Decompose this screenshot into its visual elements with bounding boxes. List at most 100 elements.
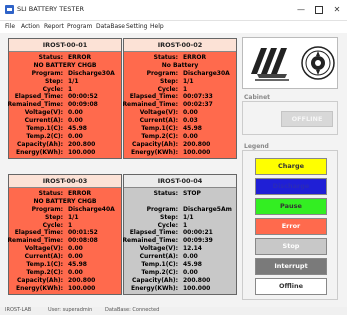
channel-row-remained: Remained_Time: 00:09:08 — [7, 101, 121, 109]
channel-row-status: Status: ERROR — [9, 54, 121, 62]
channel-row-voltage: Voltage(V): 0.00 — [9, 245, 121, 253]
channel-name: IROST-00-02 — [124, 39, 236, 52]
field-label-temp2: Temp.2(C): — [141, 268, 178, 276]
offline-button[interactable]: OFFLINE — [281, 111, 333, 127]
field-label-status: Status: — [153, 190, 178, 197]
field-label-program: Program: — [146, 205, 178, 213]
channel-row-elapsed: Elapsed_Time: 00:00:21 — [124, 229, 236, 237]
logo-panel — [242, 37, 338, 89]
organization-emblem-icon — [251, 48, 289, 81]
title-bar[interactable]: SLI BATTERY TESTER — ✕ — [0, 0, 347, 21]
field-value-energy: 100.000 — [68, 284, 96, 292]
field-label-program: Program: — [31, 205, 63, 213]
channel-row-capacity: Capacity(Ah): 200.800 — [124, 277, 236, 285]
channel-row-remained: Remained_Time: 00:08:08 — [7, 237, 121, 245]
maximize-button[interactable] — [312, 3, 326, 16]
field-value-step: 1/1 — [183, 213, 194, 221]
status-bar: IROST-LAB User: superadmin DataBase: Con… — [0, 307, 347, 315]
cabinet-group: OFFLINE — [242, 101, 338, 135]
field-label-remained: Remained_Time: — [7, 101, 63, 109]
channel-name: IROST-00-03 — [9, 175, 121, 188]
field-value-voltage: 0.00 — [68, 245, 83, 253]
field-label-current: Current(A): — [24, 253, 63, 261]
close-button[interactable]: ✕ — [330, 3, 344, 16]
legend-item-offline: Offline — [255, 278, 327, 295]
field-value-current: 0.00 — [68, 253, 83, 261]
status-user: User: superadmin — [48, 307, 93, 313]
field-value-elapsed: 00:01:52 — [68, 229, 98, 237]
menu-report[interactable]: Report — [44, 23, 64, 30]
field-value-program: Discharge40A — [68, 205, 115, 213]
channel-message: NO BATTERY CHGB — [33, 197, 97, 205]
channel-card[interactable]: IROST-00-04 Status: STOP Program: Discharge5… — [122, 174, 237, 295]
field-label-cycle: Cycle: — [42, 85, 63, 93]
field-value-cycle: 1 — [68, 221, 73, 229]
field-label-program: Program: — [146, 69, 178, 77]
field-value-capacity: 200.800 — [68, 276, 96, 284]
field-value-current: 0.00 — [183, 253, 198, 261]
channel-row-step: Step: 1/1 — [9, 78, 121, 86]
channel-row-program: Program: Discharge5Am — [124, 206, 236, 214]
institute-seal-icon — [301, 46, 335, 80]
channel-card[interactable]: IROST-00-02 Status: ERROR No Battery Program… — [122, 38, 237, 159]
field-value-elapsed: 00:07:33 — [183, 93, 213, 101]
menu-help[interactable]: Help — [150, 23, 164, 30]
channel-message: NO BATTERY CHGB — [33, 61, 97, 69]
field-value-status: STOP — [183, 190, 201, 197]
channel-row-energy: Energy(KWh): 100.000 — [9, 285, 121, 293]
channel-row-voltage: Voltage(V): 0.00 — [9, 109, 121, 117]
legend-item-discharge: Discharge — [255, 178, 327, 195]
legend-label: Legend — [244, 143, 269, 150]
field-label-energy: Energy(KWh): — [130, 284, 178, 292]
channel-card[interactable]: IROST-00-03 Status: ERROR NO BATTERY CHGB Pr… — [7, 174, 122, 295]
channel-row-temp2: Temp.2(C): 0.00 — [124, 269, 236, 277]
channel-row-temp2: Temp.2(C): 0.00 — [9, 269, 121, 277]
menu-setting[interactable]: Setting — [126, 23, 147, 30]
field-label-remained: Remained_Time: — [7, 237, 63, 245]
channel-row-energy: Energy(KWh): 100.000 — [124, 285, 236, 293]
window-title: SLI BATTERY TESTER — [17, 5, 84, 13]
channel-row-remained: Remained_Time: 00:02:37 — [122, 101, 236, 109]
field-label-capacity: Capacity(Ah): — [17, 276, 63, 284]
field-label-status: Status: — [153, 54, 178, 61]
field-value-status: ERROR — [68, 190, 92, 197]
menu-file[interactable]: File — [5, 23, 15, 30]
field-value-capacity: 200.800 — [183, 276, 211, 284]
field-value-step: 1/1 — [68, 213, 79, 221]
channel-row-status: Status: STOP — [124, 190, 236, 198]
channel-row-temp1: Temp.1(C): 45.98 — [124, 125, 236, 133]
field-label-step: Step: — [45, 213, 63, 221]
field-label-step: Step: — [160, 213, 178, 221]
field-value-program: Discharge5Am — [183, 205, 232, 213]
channel-row-capacity: Capacity(Ah): 200.800 — [9, 141, 121, 149]
field-value-voltage: 0.00 — [68, 109, 83, 117]
menu-database[interactable]: DataBase — [96, 23, 125, 30]
field-label-temp2: Temp.2(C): — [26, 268, 63, 276]
field-value-temp2: 0.00 — [183, 132, 198, 140]
channel-row-current: Current(A): 0.00 — [9, 253, 121, 261]
field-value-elapsed: 00:00:52 — [68, 93, 98, 101]
field-label-elapsed: Elapsed_Time: — [129, 229, 178, 237]
channel-name: IROST-00-01 — [9, 39, 121, 52]
channel-row-voltage: Voltage(V): 12.14 — [124, 245, 236, 253]
channel-row-cycle: Cycle: 1 — [9, 222, 121, 230]
menu-action[interactable]: Action — [21, 23, 40, 30]
field-label-capacity: Capacity(Ah): — [132, 276, 178, 284]
channel-row-remained: Remained_Time: 00:09:39 — [122, 237, 236, 245]
legend-item-pause: Pause — [255, 198, 327, 215]
minimize-button[interactable]: — — [294, 3, 308, 16]
field-value-program: Discharge30A — [68, 69, 115, 77]
field-value-remained: 00:08:08 — [68, 237, 98, 245]
field-value-cycle: 1 — [183, 85, 188, 93]
status-db: DataBase: Connected — [105, 307, 160, 313]
field-label-current: Current(A): — [139, 253, 178, 261]
legend-item-error: Error — [255, 218, 327, 235]
field-value-cycle: 1 — [183, 221, 188, 229]
field-value-cycle: 1 — [68, 85, 73, 93]
menu-program[interactable]: Program — [67, 23, 92, 30]
channel-row-program: Program: Discharge30A — [124, 70, 236, 78]
channel-row-temp2: Temp.2(C): 0.00 — [124, 133, 236, 141]
field-label-remained: Remained_Time: — [122, 101, 178, 109]
field-value-temp1: 45.98 — [183, 125, 202, 133]
channel-card[interactable]: IROST-00-01 Status: ERROR NO BATTERY CHGB Pr… — [7, 38, 122, 159]
